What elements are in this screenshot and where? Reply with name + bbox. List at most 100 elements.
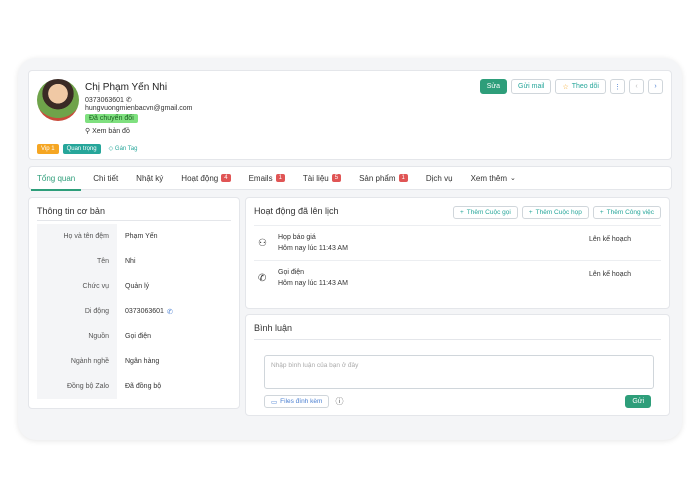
comment-input[interactable] <box>264 355 654 389</box>
attach-label: Files đính kèm <box>280 398 323 405</box>
info-key: Di động <box>37 299 117 324</box>
follow-button[interactable]: ☆ Theo dõi <box>555 79 606 94</box>
info-value: 0373063601 ✆ <box>117 308 173 316</box>
tab-label: Dịch vụ <box>425 173 453 183</box>
plus-icon: + <box>599 209 604 216</box>
count-badge: 1 <box>275 174 285 182</box>
basic-info-panel: Thông tin cơ bản Họ và tên đệm Phạm Yến T… <box>28 197 240 409</box>
map-link[interactable]: ⚲ Xem bản đồ <box>85 127 130 135</box>
tab-label: Hoạt động <box>181 173 219 183</box>
tab-bar: Tổng quan Chi tiết Nhật ký Hoạt động 4 Em… <box>28 166 672 191</box>
info-row: Ngành nghề Ngân hàng <box>37 349 233 374</box>
phone-icon[interactable]: ✆ <box>167 308 173 316</box>
activity-actions: + Thêm Cuộc gọi + Thêm Cuộc họp + Thêm Công… <box>452 206 661 219</box>
chevron-left-icon: ‹ <box>635 83 638 90</box>
activity-title: Họp báo giá <box>278 234 316 241</box>
tab-services[interactable]: Dịch vụ <box>426 166 453 190</box>
previous-button[interactable]: ‹ <box>629 79 644 94</box>
add-meeting-label: Thêm Cuộc họp <box>535 209 582 216</box>
next-button[interactable]: › <box>648 79 663 94</box>
laptop-icon: ▭ <box>271 398 278 406</box>
tab-details[interactable]: Chi tiết <box>93 166 118 190</box>
send-comment-button[interactable]: Gửi <box>625 395 651 408</box>
add-call-label: Thêm Cuộc gọi <box>466 209 511 216</box>
activity-item[interactable]: ⚇ Họp báo giá Hôm nay lúc 11:43 AM Lên k… <box>254 225 661 259</box>
add-task-button[interactable]: + Thêm Công việc <box>592 206 661 219</box>
info-key: Tên <box>37 249 117 274</box>
contact-email: hungvuongmienbacvn@gmail.com <box>85 105 193 112</box>
tab-activities[interactable]: Hoạt động 4 <box>181 166 231 190</box>
more-options-button[interactable]: ⋮ <box>610 79 625 94</box>
info-key: Ngành nghề <box>37 349 117 374</box>
tab-label: Xem thêm <box>470 173 508 183</box>
activity-title: Gọi điện <box>278 269 305 276</box>
tab-label: Chi tiết <box>93 173 119 183</box>
tag-vip[interactable]: Vip 1 <box>37 143 59 154</box>
scheduled-activities-panel: Hoạt động đã lên lịch + Thêm Cuộc gọi + Th… <box>245 197 670 309</box>
tab-products[interactable]: Sản phẩm 1 <box>359 166 408 190</box>
tab-label: Emails <box>248 173 273 183</box>
chevron-down-icon: ⌄ <box>510 175 516 182</box>
divider <box>37 220 231 221</box>
star-icon: ☆ <box>562 83 569 91</box>
location-pin-icon: ⚲ <box>85 128 91 135</box>
activity-item[interactable]: ✆ Gọi điện Hôm nay lúc 11:43 AM Lên kế h… <box>254 260 661 294</box>
contact-name: Chị Phạm Yến Nhi <box>85 82 168 93</box>
phone-icon[interactable]: ✆ <box>126 97 132 104</box>
add-call-button[interactable]: + Thêm Cuộc gọi <box>452 206 518 219</box>
info-row: Họ và tên đệm Phạm Yến <box>37 224 233 249</box>
mobile-value: 0373063601 <box>125 308 164 315</box>
attach-files-button[interactable]: ▭ Files đính kèm <box>264 395 330 408</box>
avatar <box>37 79 79 121</box>
add-meeting-button[interactable]: + Thêm Cuộc họp <box>521 206 589 219</box>
tab-more[interactable]: Xem thêm ⌄ <box>471 166 516 190</box>
status-badge: Đã chuyển đổi <box>85 114 138 123</box>
divider <box>254 339 661 340</box>
phone-icon: ✆ <box>258 273 267 284</box>
info-value: Phạm Yến <box>125 233 158 240</box>
tab-label: Tài liệu <box>302 173 329 183</box>
contact-phone: 0373063601 ✆ <box>85 96 132 104</box>
activity-status: Lên kế hoạch <box>588 271 631 278</box>
info-row: Di động 0373063601 ✆ <box>37 299 233 324</box>
info-row: Tên Nhi <box>37 249 233 274</box>
add-task-label: Thêm Công việc <box>606 209 654 216</box>
comment-panel: Bình luận ▭Files đính kèm ⓘ Gửi <box>245 314 670 416</box>
info-icon[interactable]: ⓘ <box>335 396 343 407</box>
tab-log[interactable]: Nhật ký <box>136 166 163 190</box>
header-actions: Sửa Gửi mail ☆ Theo dõi ⋮ ‹ › <box>479 79 663 94</box>
panel-title: Bình luận <box>254 323 293 333</box>
tab-documents[interactable]: Tài liệu 5 <box>302 166 342 190</box>
add-tag-button[interactable]: ◇ Gán Tag <box>105 143 142 154</box>
info-key: Nguồn <box>37 324 117 349</box>
tab-label: Nhật ký <box>136 173 164 183</box>
activity-time: Hôm nay lúc 11:43 AM <box>278 280 348 287</box>
tab-overview[interactable]: Tổng quan <box>30 166 82 191</box>
meeting-icon: ⚇ <box>258 238 267 249</box>
info-key: Họ và tên đệm <box>37 224 117 249</box>
map-link-text: Xem bản đồ <box>92 128 130 135</box>
info-value: Gọi điện <box>125 333 152 340</box>
tag-important[interactable]: Quan trọng <box>62 143 101 154</box>
tab-emails[interactable]: Emails 1 <box>249 166 285 190</box>
tag-list: Vip 1 Quan trọng ◇ Gán Tag <box>37 143 141 154</box>
info-value: Ngân hàng <box>125 358 160 365</box>
tab-label: Sản phẩm <box>359 173 396 183</box>
count-badge: 1 <box>398 174 408 182</box>
add-tag-label: Gán Tag <box>114 146 138 152</box>
info-value: Đã đồng bộ <box>125 383 162 390</box>
info-key: Đồng bộ Zalo <box>37 374 117 399</box>
info-rows: Họ và tên đệm Phạm Yến Tên Nhi Chức vụ Quản… <box>37 224 233 399</box>
info-row: Nguồn Gọi điện <box>37 324 233 349</box>
chevron-right-icon: › <box>654 83 657 90</box>
activity-status: Lên kế hoạch <box>588 236 631 243</box>
contact-header: Chị Phạm Yến Nhi 0373063601 ✆ hungvuongm… <box>28 70 672 160</box>
info-value: Nhi <box>125 258 136 265</box>
info-value: Quản lý <box>125 283 150 290</box>
comment-tools: ▭ Files đính kèm ⓘ <box>264 395 343 408</box>
tab-label: Tổng quan <box>37 173 76 183</box>
activity-time: Hôm nay lúc 11:43 AM <box>278 245 348 252</box>
edit-button[interactable]: Sửa <box>479 79 507 94</box>
info-key: Chức vụ <box>37 274 117 299</box>
send-mail-button[interactable]: Gửi mail <box>511 79 552 94</box>
